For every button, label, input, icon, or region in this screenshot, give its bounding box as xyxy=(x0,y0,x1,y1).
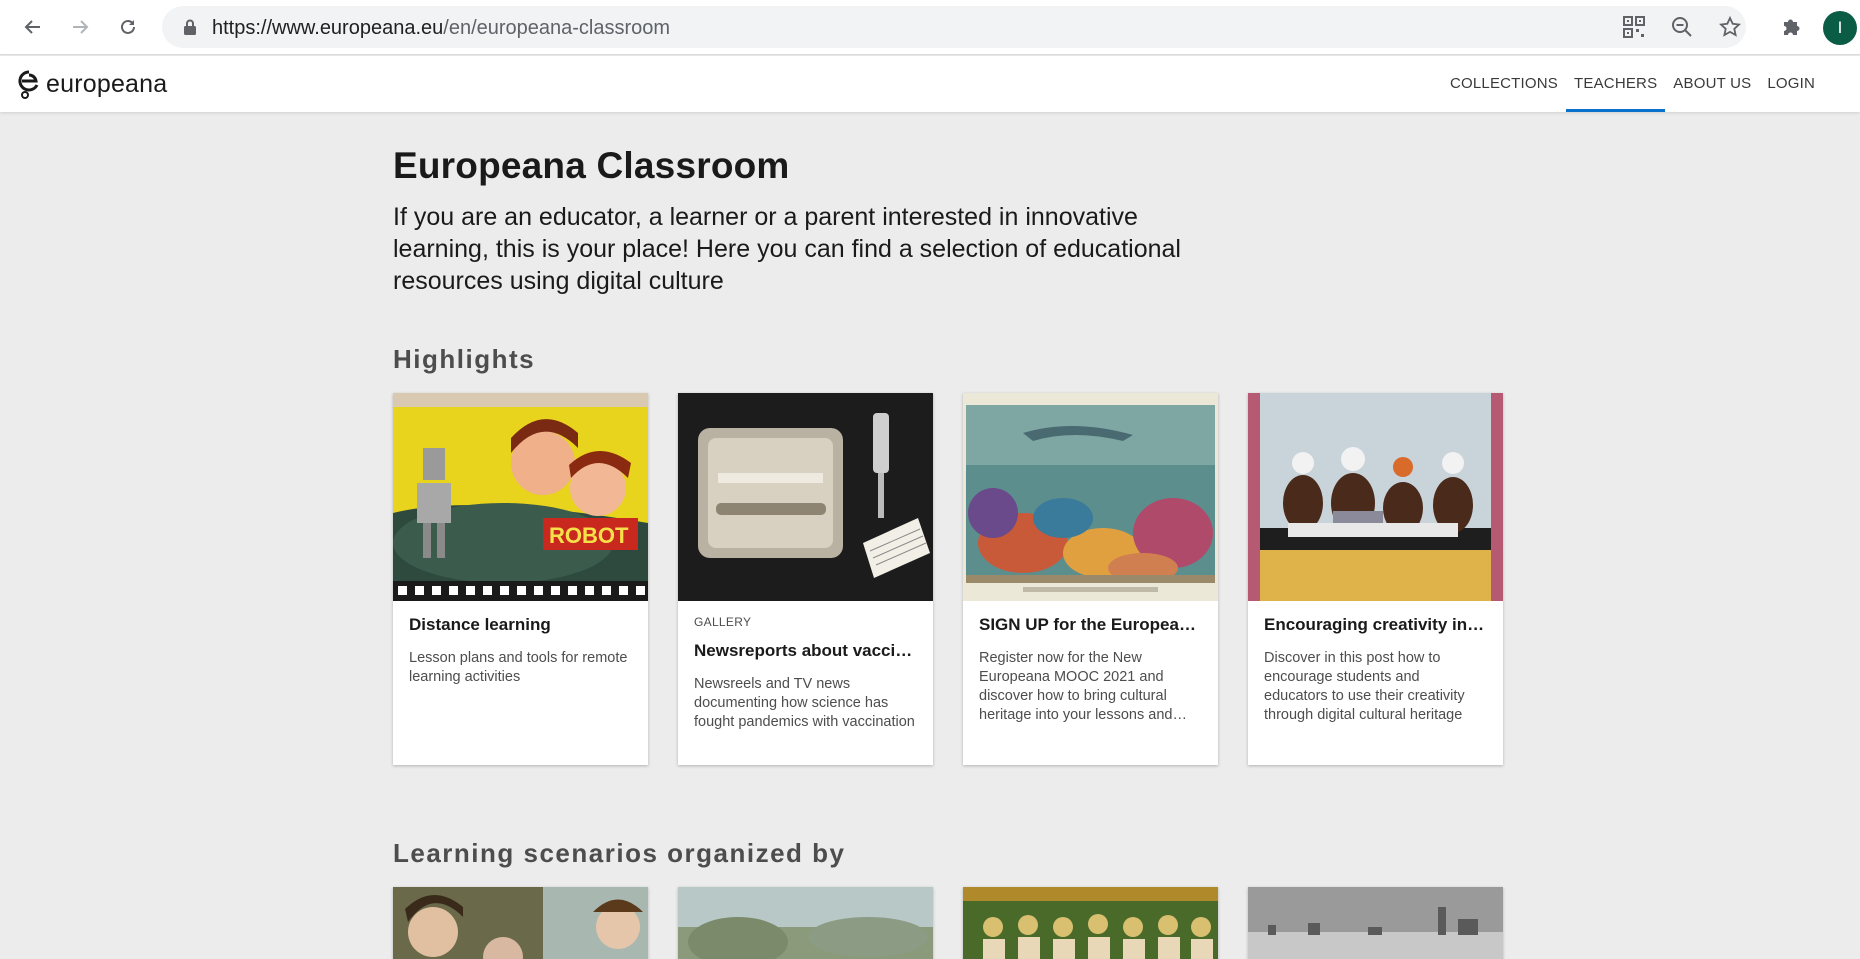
svg-text:ROBOT: ROBOT xyxy=(549,523,629,548)
highlight-card[interactable]: ROBOT Distance learning Lesson plans and… xyxy=(393,393,648,765)
bookmark-star-icon[interactable] xyxy=(1718,15,1742,39)
card-description: Lesson plans and tools for remote learni… xyxy=(409,650,628,685)
url-text[interactable]: https://www.europeana.eu/en/europeana-cl… xyxy=(212,17,670,40)
highlights-cards: ROBOT Distance learning Lesson plans and… xyxy=(393,393,1503,765)
scenario-card-winter-town[interactable] xyxy=(1248,887,1503,959)
card-description: Newsreels and TV news documenting how sc… xyxy=(694,676,915,730)
card-image-robot-board-game: ROBOT xyxy=(393,393,648,601)
nav-collections[interactable]: COLLECTIONS xyxy=(1442,56,1566,112)
main-nav: COLLECTIONS TEACHERS ABOUT US LOGIN xyxy=(1442,56,1823,112)
card-title: Distance learning xyxy=(409,615,551,634)
card-image-musicians-painting xyxy=(1248,393,1503,601)
card-title: SIGN UP for the Europeana MOOC 2021 xyxy=(979,615,1202,634)
browser-toolbar: https://www.europeana.eu/en/europeana-cl… xyxy=(0,0,1860,55)
reload-button[interactable] xyxy=(111,10,145,44)
card-title: Newsreports about vaccines xyxy=(694,641,917,660)
card-image-syringe-case xyxy=(678,393,933,601)
card-image-coral-reef xyxy=(963,393,1218,601)
logo-text: europeana xyxy=(46,69,168,98)
address-bar[interactable]: https://www.europeana.eu/en/europeana-cl… xyxy=(162,6,1746,48)
highlight-card[interactable]: GALLERY Newsreports about vaccines Newsr… xyxy=(678,393,933,765)
profile-avatar[interactable]: I xyxy=(1823,11,1857,45)
nav-about-us[interactable]: ABOUT US xyxy=(1665,56,1759,112)
extensions-puzzle-icon[interactable] xyxy=(1777,13,1805,41)
qr-code-icon[interactable] xyxy=(1622,15,1646,39)
europeana-logo[interactable]: europeana xyxy=(16,68,167,100)
lock-icon xyxy=(184,19,196,35)
card-label: GALLERY xyxy=(694,615,752,629)
back-arrow-icon xyxy=(24,20,40,34)
card-description: Discover in this post how to encourage s… xyxy=(1264,650,1465,723)
scenario-card-landscape-painting[interactable] xyxy=(678,887,933,959)
site-header: europeana COLLECTIONS TEACHERS ABOUT US … xyxy=(0,56,1860,112)
forward-arrow-icon xyxy=(73,20,89,34)
page-lead: If you are an educator, a learner or a p… xyxy=(393,203,1181,295)
zoom-icon[interactable] xyxy=(1670,15,1694,39)
europeana-logo-icon xyxy=(18,70,39,99)
card-description: Register now for the New Europeana MOOC … xyxy=(979,650,1173,723)
highlight-card[interactable]: Encouraging creativity in the classroom … xyxy=(1248,393,1503,765)
learning-scenarios-heading: Learning scenarios organized by xyxy=(393,838,846,868)
nav-teachers[interactable]: TEACHERS xyxy=(1566,56,1666,112)
highlights-heading: Highlights xyxy=(393,344,536,374)
nav-login[interactable]: LOGIN xyxy=(1759,56,1823,112)
scenario-card-portrait-painting[interactable] xyxy=(393,887,648,959)
page-title: Europeana Classroom xyxy=(393,145,790,186)
highlight-card[interactable]: SIGN UP for the Europeana MOOC 2021 Regi… xyxy=(963,393,1218,765)
forward-button[interactable] xyxy=(63,10,97,44)
url-host: https://www.europeana.eu xyxy=(212,17,444,39)
reload-icon xyxy=(121,19,135,34)
card-title: Encouraging creativity in the classroom xyxy=(1264,615,1487,634)
back-button[interactable] xyxy=(16,10,50,44)
learning-scenarios-cards xyxy=(393,887,1503,959)
url-path: /en/europeana-classroom xyxy=(443,17,671,39)
scenario-card-mosaic[interactable] xyxy=(963,887,1218,959)
